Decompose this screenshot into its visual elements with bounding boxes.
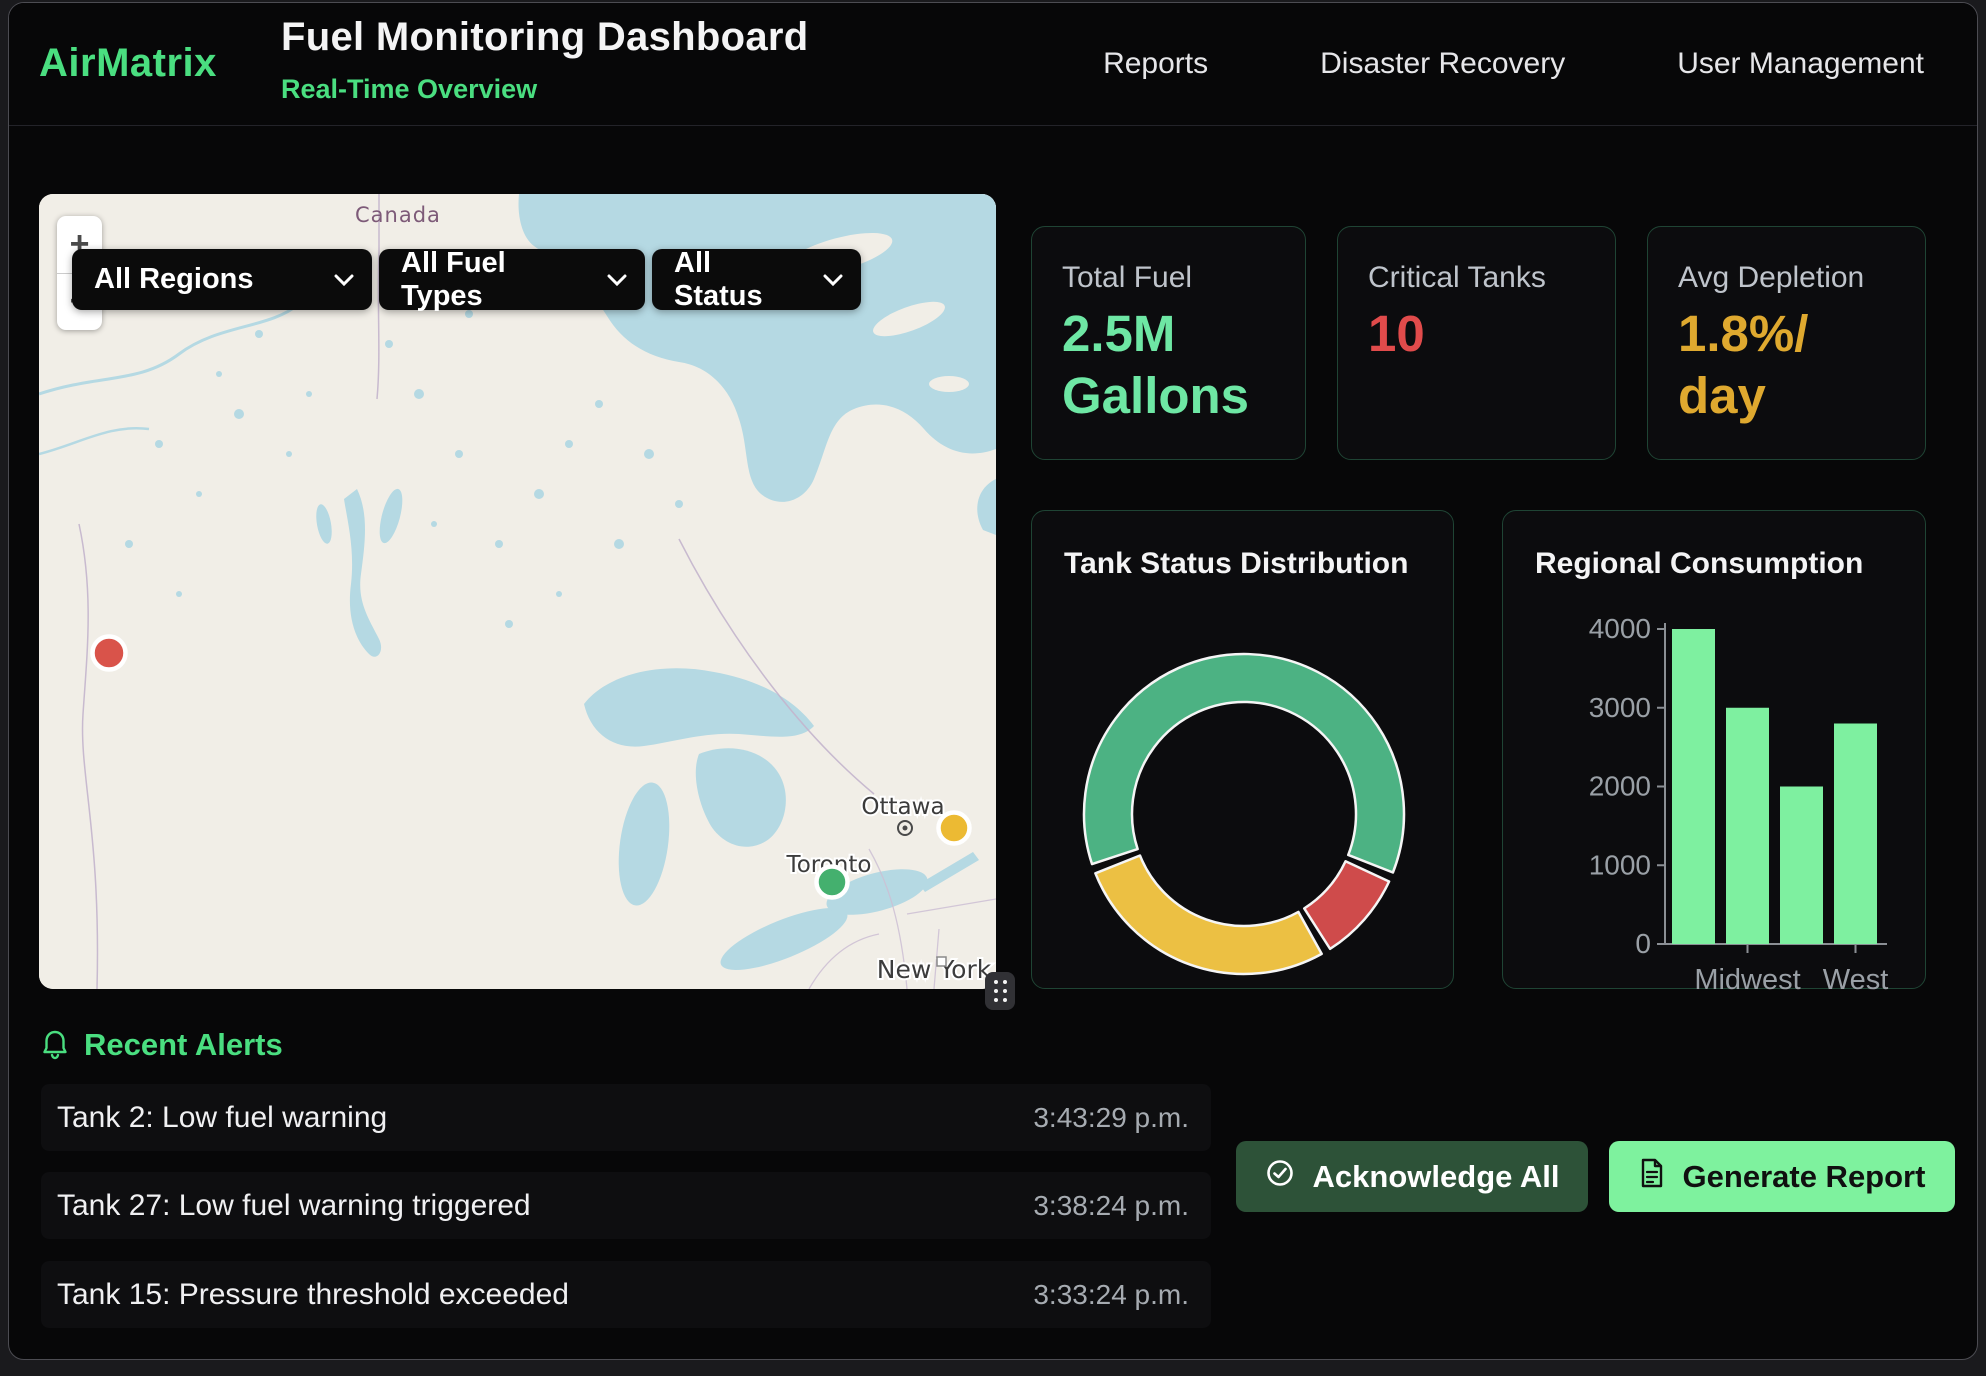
- dashboard-panel: AirMatrix Fuel Monitoring Dashboard Real…: [8, 2, 1978, 1360]
- kpi-label: Critical Tanks: [1368, 261, 1546, 295]
- kpi-value: 1.8%/day: [1678, 303, 1808, 427]
- page-subtitle: Real-Time Overview: [281, 74, 808, 105]
- city-label-new-york: New York: [877, 955, 992, 984]
- y-tick-label: 4000: [1589, 613, 1651, 644]
- donut-segment-critical: [1304, 861, 1389, 949]
- alert-text: Tank 2: Low fuel warning: [57, 1101, 387, 1135]
- city-marker-new-york: [937, 957, 946, 966]
- fuel-type-filter-value: All Fuel Types: [401, 247, 581, 313]
- kpi-label: Avg Depletion: [1678, 261, 1864, 295]
- chevron-down-icon: [607, 274, 627, 286]
- donut-segment-normal: [1084, 654, 1404, 873]
- kpi-value: 2.5MGallons: [1062, 303, 1249, 427]
- bar-region-1: [1726, 708, 1769, 944]
- regional-consumption-card: Regional Consumption 01000200030004000Mi…: [1502, 510, 1926, 989]
- page-title: Fuel Monitoring Dashboard: [281, 15, 808, 60]
- alert-list-item[interactable]: Tank 2: Low fuel warning 3:43:29 p.m.: [41, 1084, 1211, 1151]
- kpi-value: 10: [1368, 303, 1425, 365]
- city-label-ottawa: Ottawa: [861, 794, 944, 820]
- nav-item-reports[interactable]: Reports: [1103, 47, 1208, 81]
- tank-marker-warning[interactable]: [939, 813, 970, 844]
- header: AirMatrix Fuel Monitoring Dashboard Real…: [9, 3, 1977, 126]
- tank-marker-normal[interactable]: [817, 867, 848, 898]
- nav-item-disaster-recovery[interactable]: Disaster Recovery: [1320, 47, 1565, 81]
- alert-timestamp: 3:38:24 p.m.: [1033, 1190, 1189, 1222]
- bar-region-0: [1672, 629, 1715, 944]
- chevron-down-icon: [823, 274, 843, 286]
- region-filter-value: All Regions: [94, 263, 254, 296]
- chevron-down-icon: [334, 274, 354, 286]
- generate-report-button[interactable]: Generate Report: [1609, 1141, 1955, 1212]
- acknowledge-all-label: Acknowledge All: [1313, 1159, 1560, 1195]
- kpi-card-total-fuel: Total Fuel 2.5MGallons: [1031, 226, 1306, 460]
- country-label-canada: Canada: [355, 203, 441, 227]
- tank-status-donut-chart: [1032, 511, 1455, 990]
- bar-region-2: [1780, 787, 1823, 945]
- fuel-type-filter-select[interactable]: All Fuel Types: [379, 249, 645, 310]
- status-filter-select[interactable]: All Status: [652, 249, 861, 310]
- alert-list-item[interactable]: Tank 27: Low fuel warning triggered 3:38…: [41, 1172, 1211, 1239]
- main-nav: Reports Disaster Recovery User Managemen…: [1103, 3, 1924, 125]
- fuel-map[interactable]: Canada Ottawa Toronto New York + −: [39, 194, 996, 989]
- map-canvas: Canada Ottawa Toronto New York: [39, 194, 996, 989]
- alert-text: Tank 15: Pressure threshold exceeded: [57, 1278, 569, 1312]
- alerts-section-title: Recent Alerts: [84, 1027, 283, 1063]
- tank-marker-critical[interactable]: [93, 637, 126, 670]
- alert-list-item[interactable]: Tank 15: Pressure threshold exceeded 3:3…: [41, 1261, 1211, 1328]
- app-logo: AirMatrix: [39, 41, 217, 86]
- alert-timestamp: 3:43:29 p.m.: [1033, 1102, 1189, 1134]
- regional-consumption-bar-chart: 0 1000 2000 3000 4000 Midwest West: [1503, 511, 1927, 990]
- check-circle-icon: [1265, 1158, 1295, 1196]
- title-block: Fuel Monitoring Dashboard Real-Time Over…: [281, 15, 808, 105]
- status-filter-value: All Status: [674, 247, 797, 313]
- y-tick-label: 3000: [1589, 692, 1651, 723]
- alert-timestamp: 3:33:24 p.m.: [1033, 1279, 1189, 1311]
- bar-region-3: [1834, 724, 1877, 945]
- map-filters: All Regions All Fuel Types All Status: [72, 249, 861, 310]
- tank-status-distribution-card: Tank Status Distribution: [1031, 510, 1454, 989]
- kpi-card-avg-depletion: Avg Depletion 1.8%/day: [1647, 226, 1926, 460]
- document-icon: [1639, 1158, 1665, 1196]
- donut-segment-warning: [1095, 856, 1321, 974]
- y-tick-label: 2000: [1589, 771, 1651, 802]
- generate-report-label: Generate Report: [1683, 1159, 1926, 1195]
- region-filter-select[interactable]: All Regions: [72, 249, 372, 310]
- alert-text: Tank 27: Low fuel warning triggered: [57, 1189, 531, 1223]
- bell-icon: [42, 1029, 68, 1066]
- x-tick-label: Midwest: [1694, 964, 1800, 990]
- map-drag-handle-icon[interactable]: [985, 972, 1015, 1010]
- kpi-label: Total Fuel: [1062, 261, 1192, 295]
- kpi-card-critical-tanks: Critical Tanks 10: [1337, 226, 1616, 460]
- nav-item-user-management[interactable]: User Management: [1677, 47, 1924, 81]
- acknowledge-all-button[interactable]: Acknowledge All: [1236, 1141, 1588, 1212]
- y-tick-label: 1000: [1589, 849, 1651, 880]
- y-tick-label: 0: [1635, 928, 1651, 959]
- x-tick-label: West: [1823, 964, 1889, 990]
